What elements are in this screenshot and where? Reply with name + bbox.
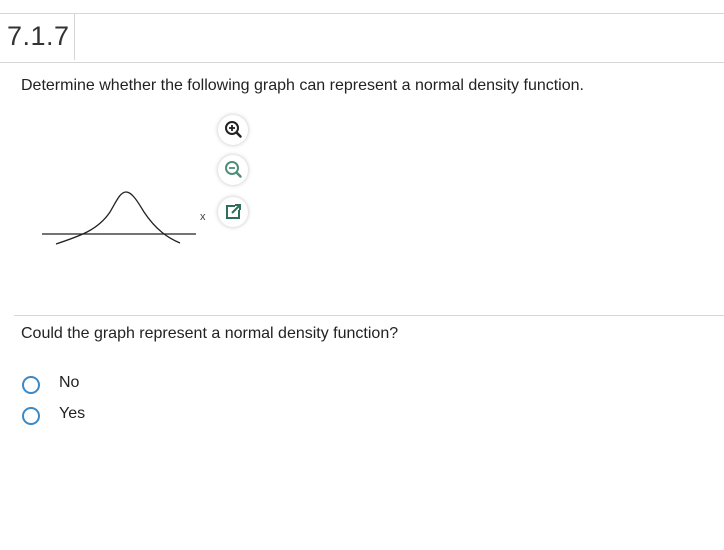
popout-icon xyxy=(226,204,241,219)
top-divider xyxy=(0,13,724,14)
zoom-out-icon xyxy=(225,161,242,178)
question-number: 7.1.7 xyxy=(7,21,70,51)
question-prompt: Determine whether the following graph ca… xyxy=(21,77,584,94)
bell-curve xyxy=(55,191,181,245)
density-graph: x xyxy=(40,186,220,253)
zoom-in-button[interactable] xyxy=(218,115,248,145)
zoom-out-button[interactable] xyxy=(218,155,248,185)
density-curve-svg xyxy=(42,191,196,245)
option-no-label: No xyxy=(59,374,80,391)
radio-no[interactable] xyxy=(22,376,40,394)
section-divider xyxy=(14,315,724,316)
subquestion-text: Could the graph represent a normal densi… xyxy=(21,325,399,342)
popout-button[interactable] xyxy=(218,197,248,227)
header-divider xyxy=(0,62,724,63)
option-yes-label: Yes xyxy=(59,405,86,422)
radio-yes[interactable] xyxy=(22,407,40,425)
zoom-in-icon xyxy=(225,121,242,138)
x-axis-label: x xyxy=(200,211,206,223)
